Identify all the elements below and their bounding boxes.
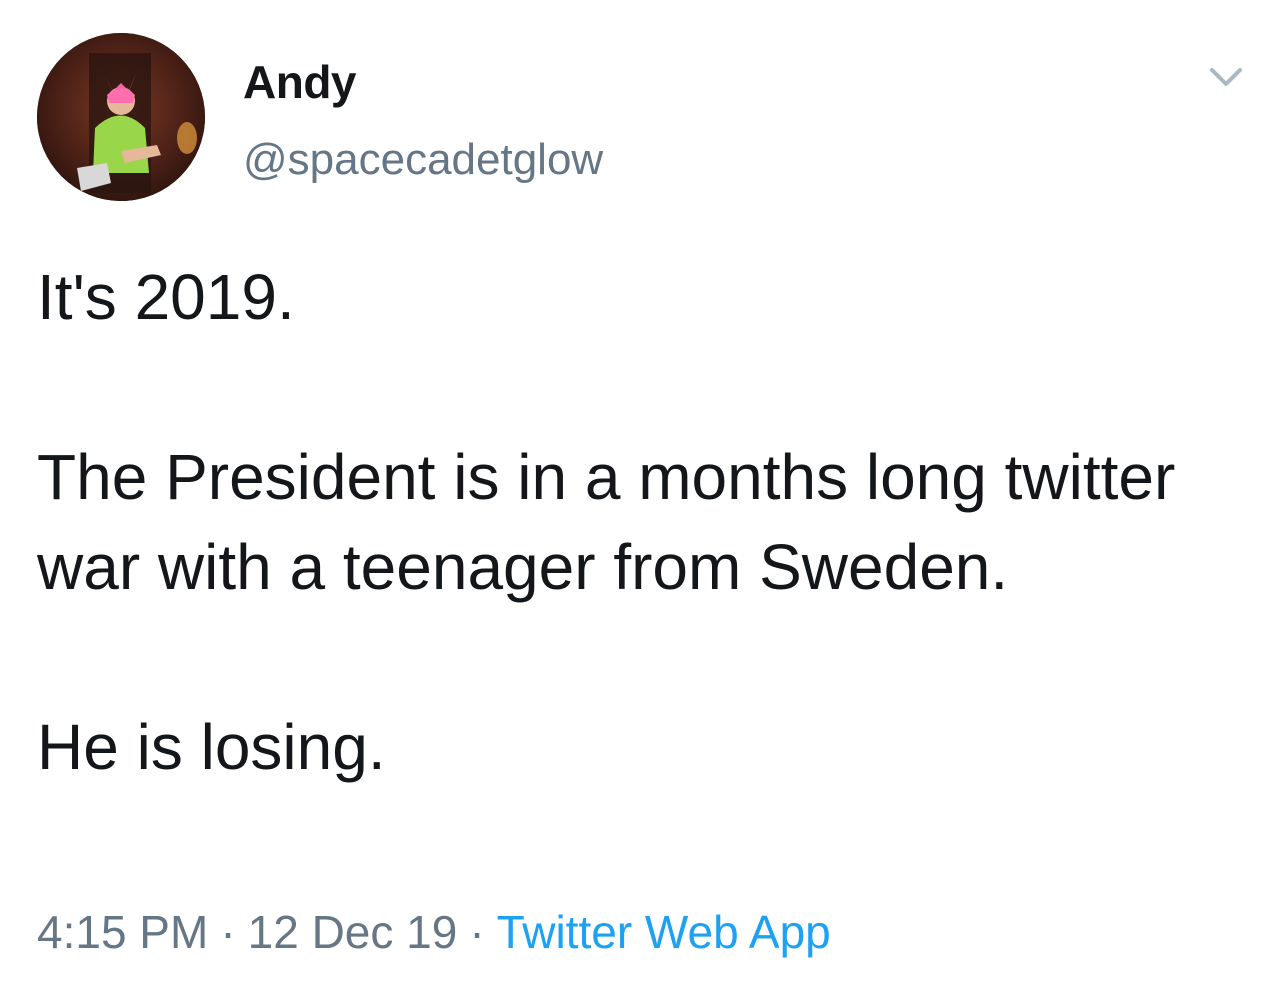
tweet-paragraph: It's 2019. bbox=[37, 261, 295, 333]
meta-separator: · bbox=[220, 906, 236, 958]
user-handle[interactable]: @spacecadetglow bbox=[243, 130, 603, 190]
profile-photo-icon bbox=[37, 33, 205, 201]
tweet: Andy @spacecadetglow It's 2019. The Pres… bbox=[0, 0, 1280, 993]
tweet-meta: 4:15 PM · 12 Dec 19 · Twitter Web App bbox=[37, 902, 831, 962]
meta-separator: · bbox=[469, 906, 485, 958]
avatar[interactable] bbox=[37, 33, 205, 201]
display-name[interactable]: Andy bbox=[243, 52, 357, 112]
tweet-paragraph: He is losing. bbox=[37, 711, 386, 783]
tweet-paragraph: The President is in a months long twitte… bbox=[37, 441, 1176, 603]
tweet-date[interactable]: 12 Dec 19 bbox=[248, 906, 458, 958]
tweet-menu-button[interactable] bbox=[1204, 60, 1248, 96]
chevron-down-icon bbox=[1210, 68, 1242, 86]
tweet-source-link[interactable]: Twitter Web App bbox=[497, 906, 831, 958]
tweet-time[interactable]: 4:15 PM bbox=[37, 906, 208, 958]
tweet-text: It's 2019. The President is in a months … bbox=[37, 252, 1237, 792]
